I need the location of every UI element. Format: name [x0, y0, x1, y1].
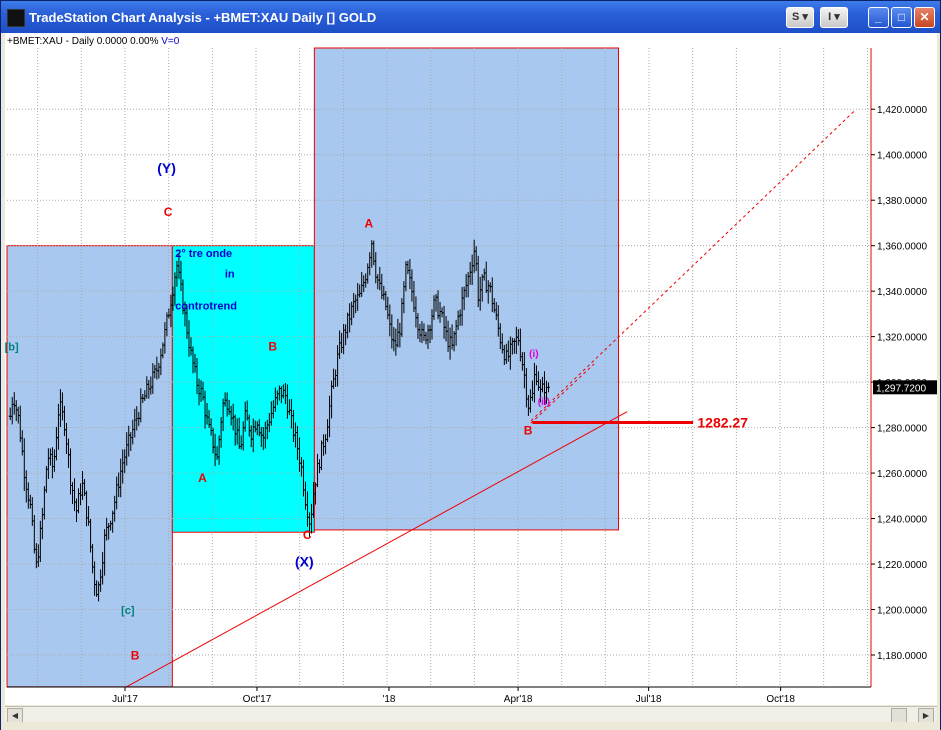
time-tick-label: Oct'18 [766, 694, 795, 705]
price-tick-label: 1,220.0000 [877, 560, 927, 571]
price-tick-label: 1,380.0000 [877, 196, 927, 207]
support-level-label: 1282.27 [697, 414, 748, 430]
i-menu-label: I [828, 11, 832, 23]
last-price-label: 1,297.7200 [876, 383, 926, 394]
price-tick-label: 1,400.0000 [877, 151, 927, 162]
volume-value: V=0 [161, 36, 180, 47]
time-tick-label: Apr'18 [504, 694, 533, 705]
scroll-thumb[interactable] [891, 708, 907, 723]
price-tick-label: 1,420.0000 [877, 105, 927, 116]
change-value: 0.00% [130, 36, 159, 47]
left-blue-box [6, 245, 173, 688]
price-tick-label: 1,280.0000 [877, 424, 927, 435]
wave-label: B [268, 339, 277, 353]
horizontal-scrollbar[interactable]: ◀ ▶ [5, 706, 937, 723]
wave-label: A [365, 216, 374, 230]
scroll-left-arrow-icon[interactable]: ◀ [7, 708, 23, 723]
close-button[interactable]: ✕ [914, 7, 935, 28]
price-chart[interactable]: 1282.27 zag[b][c]B(Y)C2° tre ondeincontr… [5, 33, 937, 705]
wave-label: [b] [5, 341, 19, 353]
scroll-right-arrow-icon[interactable]: ▶ [918, 708, 934, 723]
window-title: TradeStation Chart Analysis - +BMET:XAU … [29, 10, 377, 25]
i-menu-button[interactable]: I ▾ [820, 7, 848, 28]
wave-label: B [524, 423, 533, 437]
price-tick-label: 1,260.0000 [877, 469, 927, 480]
wave-label: C [303, 528, 312, 542]
wave-label: (X) [295, 553, 314, 569]
price-tick-label: 1,240.0000 [877, 515, 927, 526]
symbol-name: +BMET:XAU - Daily [7, 36, 94, 47]
last-value: 0.0000 [96, 36, 128, 47]
wave-label: C [164, 205, 173, 219]
wave-label: in [225, 269, 235, 281]
wave-label: [c] [121, 605, 135, 617]
time-tick-label: Jul'17 [112, 694, 138, 705]
status-bar [1, 722, 940, 730]
title-bar[interactable]: TradeStation Chart Analysis - +BMET:XAU … [1, 1, 940, 33]
price-tick-label: 1,180.0000 [877, 651, 927, 662]
app-window: TradeStation Chart Analysis - +BMET:XAU … [0, 0, 941, 730]
maximize-button[interactable]: □ [891, 7, 912, 28]
price-tick-label: 1,360.0000 [877, 242, 927, 253]
tradestation-app-icon[interactable] [7, 9, 25, 27]
price-tick-label: 1,340.0000 [877, 287, 927, 298]
price-tick-label: 1,200.0000 [877, 606, 927, 617]
time-tick-label: '18 [382, 694, 395, 705]
time-tick-label: Jul'18 [636, 694, 662, 705]
s-menu-label: S [792, 11, 800, 23]
wave-label: 2° tre onde [175, 248, 232, 260]
wave-label: (Y) [157, 160, 176, 176]
wave-label: A [198, 471, 207, 485]
wave-label: (i) [529, 349, 538, 360]
s-menu-button[interactable]: S ▾ [786, 7, 814, 28]
minimize-button[interactable]: _ [868, 7, 889, 28]
chart-area[interactable]: 1282.27 zag[b][c]B(Y)C2° tre ondeincontr… [5, 33, 937, 705]
wave-label: controtrend [175, 300, 237, 312]
symbol-info: +BMET:XAU - Daily 0.0000 0.00% V=0 [7, 36, 179, 47]
wave-label: (ii) [538, 397, 550, 408]
price-tick-label: 1,320.0000 [877, 333, 927, 344]
wave-label: B [131, 649, 140, 663]
cyan-box [171, 245, 315, 533]
time-tick-label: Oct'17 [243, 694, 272, 705]
